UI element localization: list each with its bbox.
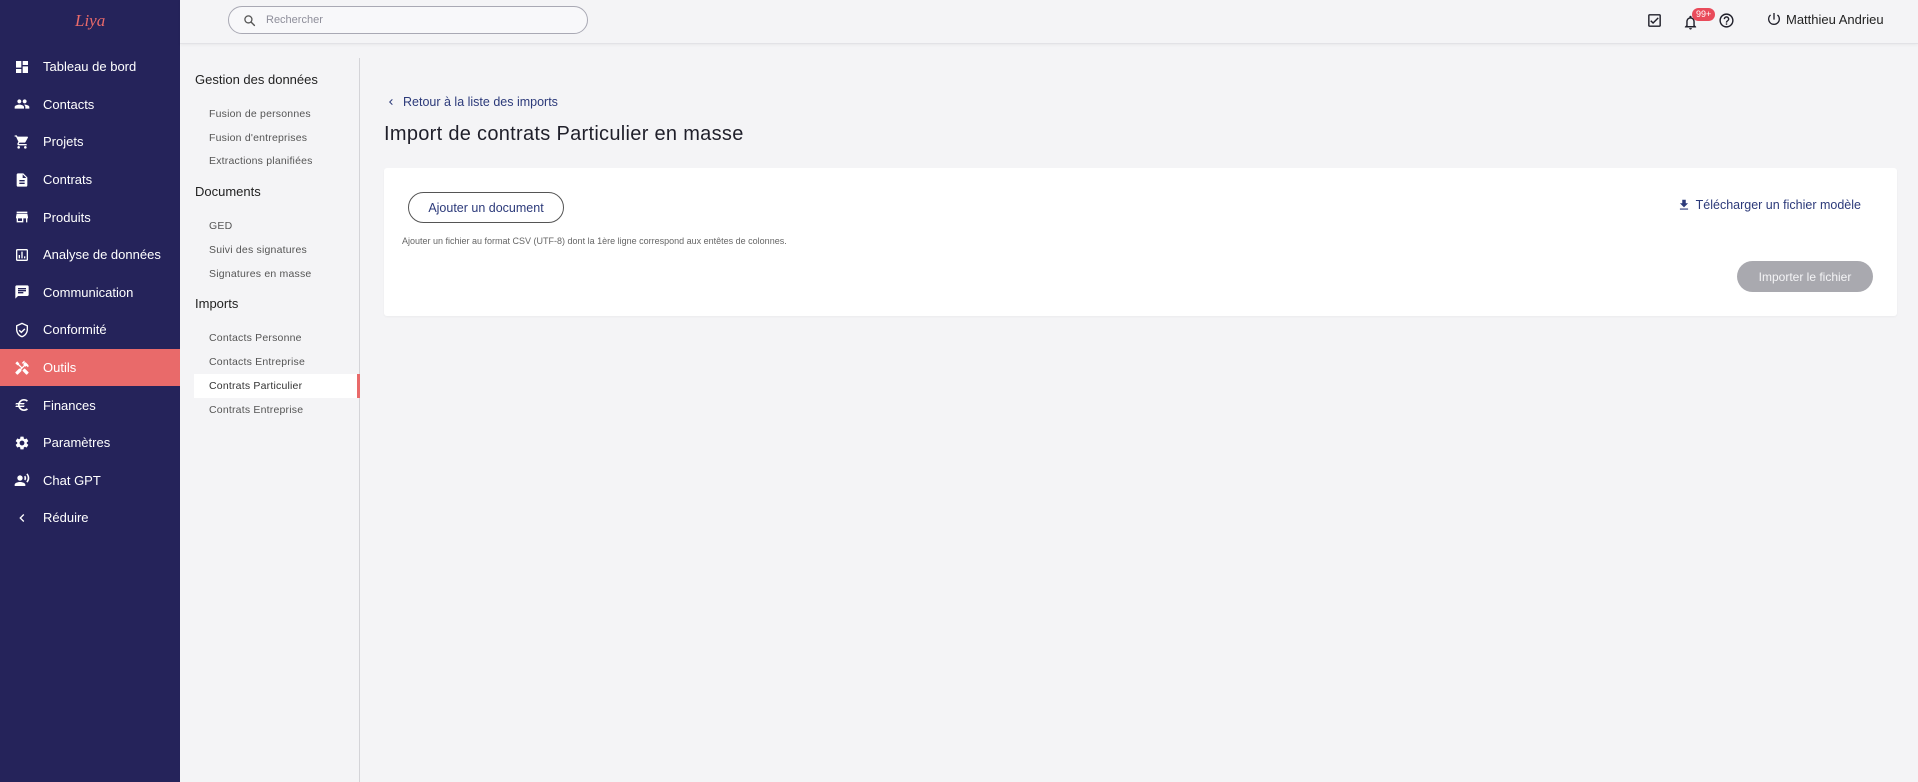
add-document-button[interactable]: Ajouter un document: [408, 192, 564, 223]
nav-item-label: Tableau de bord: [43, 59, 137, 75]
nav-item-label: Produits: [43, 209, 91, 225]
svg-text:Liya: Liya: [74, 11, 105, 30]
subnav-item-contrats-particulier[interactable]: Contrats Particulier: [194, 374, 360, 398]
nav-item-label: Contacts: [43, 96, 95, 112]
subnav-item-extractions-planifiees[interactable]: Extractions planifiées: [194, 149, 360, 173]
subnav-item-signatures-en-masse[interactable]: Signatures en masse: [194, 262, 360, 286]
subnav-item-fusion-entreprises[interactable]: Fusion d'entreprises: [194, 126, 360, 150]
tools-icon: [14, 360, 30, 376]
nav-item-label: Réduire: [43, 510, 89, 526]
subnav-item-contacts-personne[interactable]: Contacts Personne: [194, 326, 360, 350]
nav-item-label: Outils: [43, 360, 77, 376]
nav-item-label: Paramètres: [43, 435, 111, 451]
download-template-link[interactable]: Télécharger un fichier modèle: [1677, 198, 1861, 212]
import-card: Ajouter un document Télécharger un fichi…: [384, 168, 1897, 316]
analytics-icon: [14, 247, 30, 263]
nav-item-projets[interactable]: Projets: [0, 123, 180, 161]
download-template-label: Télécharger un fichier modèle: [1695, 198, 1861, 212]
gear-icon: [14, 435, 30, 451]
document-icon: [14, 172, 30, 188]
user-name: Matthieu Andrieu: [1786, 11, 1884, 27]
power-icon: [1768, 13, 1780, 25]
chevron-left-icon: [389, 99, 393, 105]
nav-item-label: Communication: [43, 284, 134, 300]
nav-item-label: Finances: [43, 397, 96, 413]
dashboard-icon: [14, 59, 30, 75]
cart-icon: [14, 134, 30, 150]
subnav-item-suivi-signatures[interactable]: Suivi des signatures: [194, 238, 360, 262]
subnav-item-ged[interactable]: GED: [194, 214, 360, 238]
download-icon: [1679, 199, 1688, 210]
subnav-item-fusion-personnes[interactable]: Fusion de personnes: [194, 102, 360, 126]
main-sidebar: Liya Tableau de bord Contacts Projets Co…: [0, 0, 180, 782]
nav-item-label: Chat GPT: [43, 472, 101, 488]
nav-item-label: Analyse de données: [43, 247, 161, 263]
nav-item-produits[interactable]: Produits: [0, 198, 180, 236]
nav-item-reduire[interactable]: Réduire: [0, 499, 180, 537]
subnav-section-title: Imports: [195, 296, 239, 311]
nav-item-label: Conformité: [43, 322, 107, 338]
nav-item-analyse-de-donnees[interactable]: Analyse de données: [0, 236, 180, 274]
nav-item-chat-gpt[interactable]: Chat GPT: [0, 462, 180, 500]
search-icon: [244, 14, 256, 26]
chevron-left-icon: [14, 510, 30, 526]
message-icon: [14, 284, 30, 300]
subnav-section-title: Documents: [195, 184, 261, 199]
nav-item-conformite[interactable]: Conformité: [0, 311, 180, 349]
people-icon: [14, 96, 30, 112]
logo[interactable]: Liya: [74, 6, 106, 32]
search-box[interactable]: [228, 6, 588, 34]
nav-item-contrats[interactable]: Contrats: [0, 161, 180, 199]
task-checkbox-icon[interactable]: [1645, 11, 1663, 29]
nav-item-tableau-de-bord[interactable]: Tableau de bord: [0, 48, 180, 86]
nav-item-parametres[interactable]: Paramètres: [0, 424, 180, 462]
page-title: Import de contrats Particulier en masse: [384, 123, 744, 145]
file-format-help-text: Ajouter un fichier au format CSV (UTF-8)…: [402, 236, 787, 246]
nav-item-finances[interactable]: Finances: [0, 386, 180, 424]
help-icon[interactable]: [1717, 11, 1735, 29]
nav-item-contacts[interactable]: Contacts: [0, 86, 180, 124]
nav-item-label: Contrats: [43, 172, 93, 188]
chat-gpt-icon: [14, 472, 30, 488]
main-nav: Tableau de bord Contacts Projets Contrat…: [0, 48, 180, 537]
import-file-button[interactable]: Importer le fichier: [1737, 261, 1873, 292]
euro-icon: [14, 397, 30, 413]
subnav-item-contrats-entreprise[interactable]: Contrats Entreprise: [194, 398, 360, 422]
back-link-label: Retour à la liste des imports: [403, 95, 558, 109]
store-icon: [14, 209, 30, 225]
tools-subnav: Gestion des données Fusion de personnes …: [180, 58, 360, 782]
nav-item-communication[interactable]: Communication: [0, 274, 180, 312]
search-input[interactable]: [266, 14, 566, 26]
nav-item-label: Projets: [43, 134, 84, 150]
shield-check-icon: [14, 322, 30, 338]
notification-badge: 99+: [1692, 8, 1716, 21]
user-menu[interactable]: Matthieu Andrieu: [1766, 11, 1884, 27]
back-to-imports-link[interactable]: Retour à la liste des imports: [385, 95, 558, 109]
subnav-item-contacts-entreprise[interactable]: Contacts Entreprise: [194, 350, 360, 374]
subnav-section-title: Gestion des données: [195, 72, 318, 87]
nav-item-outils[interactable]: Outils: [0, 348, 180, 387]
